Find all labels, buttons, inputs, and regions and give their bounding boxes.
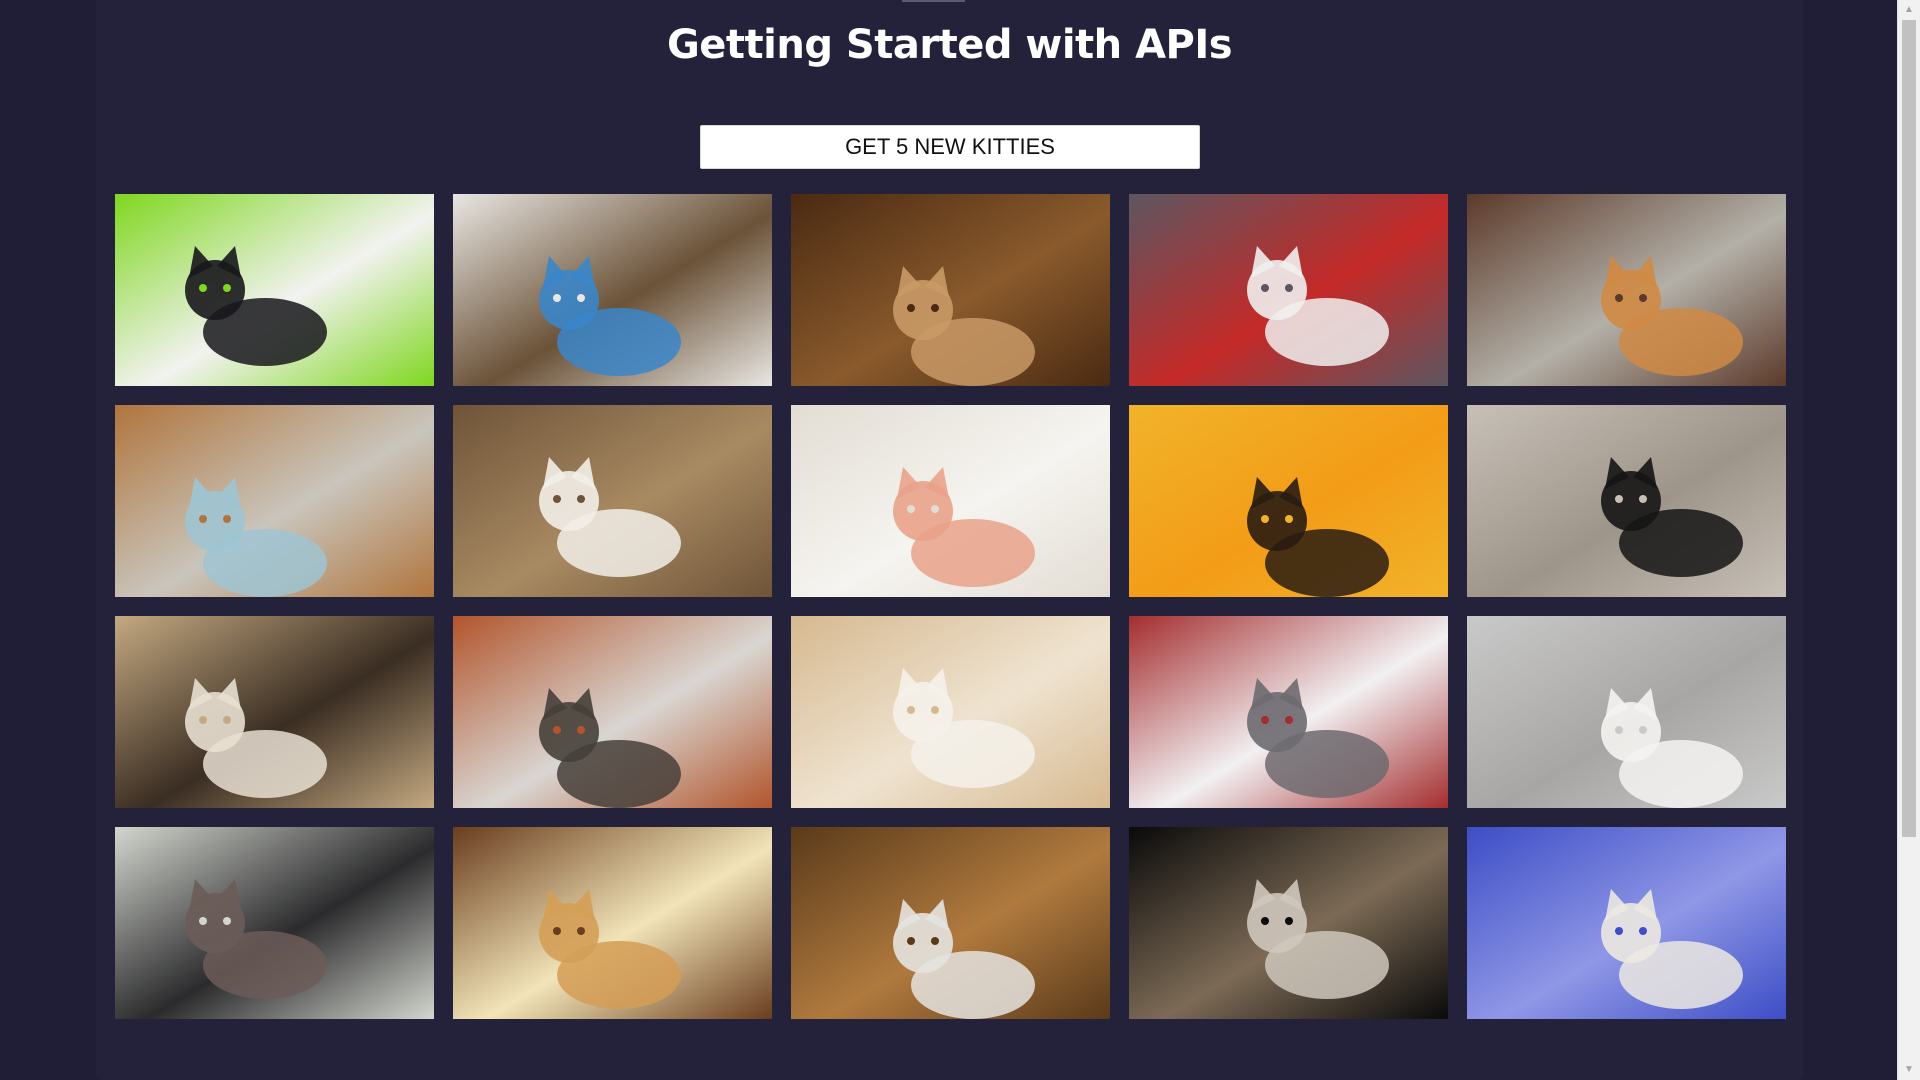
kitty-image-gray-cat-in-white-bin[interactable] (1129, 616, 1448, 808)
kitty-image-cream-cat-rolling-on-rug[interactable] (453, 827, 772, 1019)
kitty-gallery (115, 194, 1786, 1019)
kitty-image-siamese-kitten-blue-flowers[interactable] (1467, 827, 1786, 1019)
kitty-image-white-cat-on-wall-shelf[interactable] (791, 616, 1110, 808)
kitty-image-black-white-cat-in-red-basket[interactable] (1129, 194, 1448, 386)
kitty-image-orange-striped-costume[interactable] (1129, 405, 1448, 597)
page-title: Getting Started with APIs (666, 22, 1233, 68)
kitty-image-cat-peeking-under-table[interactable] (791, 194, 1110, 386)
kitty-image-gray-cat-in-pet-bed[interactable] (1467, 616, 1786, 808)
kitty-image-kittens-in-woven-basket[interactable] (115, 405, 434, 597)
panel-top-tab (902, 0, 965, 2)
kitty-image-black-white-cat-green-background[interactable] (115, 194, 434, 386)
scrollbar-thumb[interactable] (1902, 20, 1916, 837)
kitty-image-gray-cat-lying-close-up[interactable] (453, 405, 772, 597)
main-panel: Getting Started with APIs GET 5 NEW KITT… (96, 0, 1803, 1080)
kitty-image-orange-cat-on-pavement[interactable] (1467, 194, 1786, 386)
scroll-down-arrow-icon[interactable]: ▼ (1898, 1060, 1920, 1080)
vertical-scrollbar[interactable]: ▲ ▼ (1897, 0, 1920, 1080)
kitty-image-cat-in-car-back-seat[interactable] (115, 827, 434, 1019)
page: Getting Started with APIs GET 5 NEW KITT… (0, 0, 1920, 1080)
kitty-image-white-orange-kitten-biting-finger[interactable] (791, 405, 1110, 597)
kitty-image-black-white-kitten-in-cupboard[interactable] (791, 827, 1110, 1019)
kitty-image-tabby-kitten-blue-eyes[interactable] (453, 616, 772, 808)
kitty-image-tabby-cat-with-blue-toy[interactable] (453, 194, 772, 386)
kitty-image-black-kitten-with-shredded-paper[interactable] (1467, 405, 1786, 597)
get-new-kitties-button[interactable]: GET 5 NEW KITTIES (700, 125, 1200, 169)
scroll-up-arrow-icon[interactable]: ▲ (1898, 0, 1920, 20)
kitty-image-tabby-kitten-black-background[interactable] (1129, 827, 1448, 1019)
kitty-image-kittens-in-cardboard-box[interactable] (115, 616, 434, 808)
